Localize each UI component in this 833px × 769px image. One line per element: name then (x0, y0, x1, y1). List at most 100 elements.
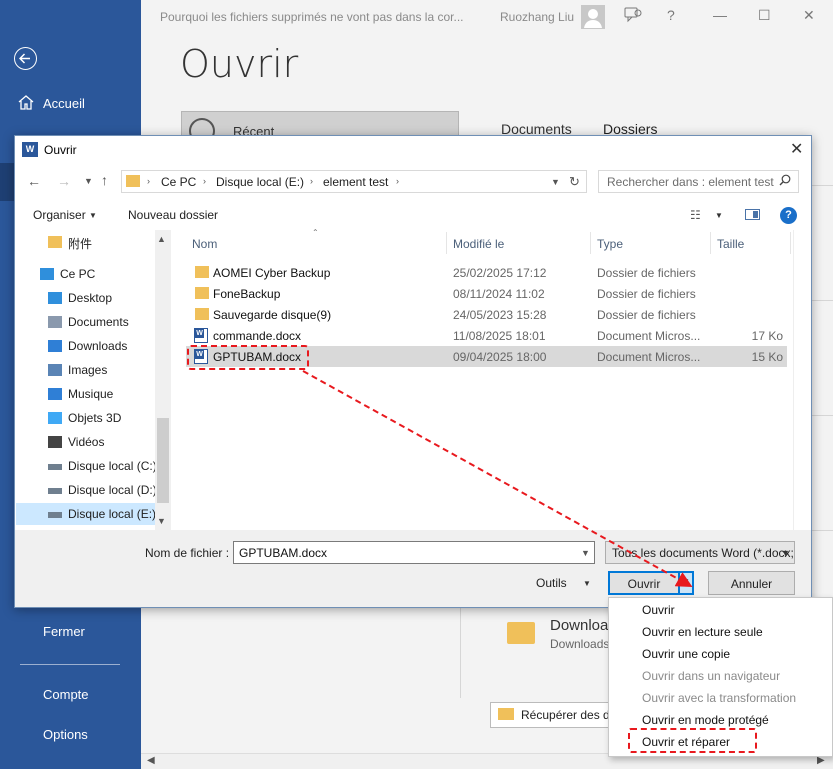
window-close-icon[interactable]: ✕ (803, 7, 815, 24)
forward-icon[interactable]: → (57, 173, 71, 189)
sidebar-item-account[interactable]: Compte (43, 687, 89, 702)
filename-field[interactable]: GPTUBAM.docx (233, 541, 595, 564)
word-document-icon (194, 328, 208, 343)
chevron-right-icon[interactable]: › (396, 176, 399, 186)
nav-item-music[interactable]: Musique (16, 383, 156, 405)
menu-item-open-protected[interactable]: Ouvrir en mode protégé (642, 713, 769, 727)
nav-item-label: Ce PC (60, 267, 96, 281)
file-list-scrollbar[interactable] (793, 230, 810, 530)
nav-item-drive-e[interactable]: Disque local (E:) (16, 503, 156, 525)
chevron-down-icon[interactable]: ▼ (84, 176, 93, 186)
chevron-up-icon[interactable]: ▲ (157, 234, 166, 244)
nav-item-desktop[interactable]: Desktop (16, 287, 156, 309)
chevron-down-icon[interactable]: ▼ (583, 579, 591, 588)
column-separator[interactable] (590, 232, 591, 254)
open-button[interactable]: Ouvrir (608, 571, 680, 595)
filetype-select[interactable]: Tous les documents Word (*.docx;*.docm;*… (605, 541, 795, 564)
column-separator[interactable] (446, 232, 447, 254)
file-modified: 24/05/2023 15:28 (453, 308, 547, 322)
breadcrumb-item[interactable]: Ce PC (161, 175, 196, 189)
column-separator[interactable] (790, 232, 791, 254)
sidebar-item-home[interactable]: Accueil (43, 96, 85, 111)
chevron-down-icon[interactable]: ▼ (715, 211, 723, 220)
minimize-icon[interactable]: — (713, 7, 727, 23)
table-row[interactable]: commande.docx 11/08/2025 18:01 Document … (186, 325, 787, 346)
avatar[interactable] (581, 5, 605, 29)
chevron-down-icon[interactable]: ▼ (781, 548, 790, 558)
scroll-left-icon[interactable]: ◀ (147, 755, 155, 766)
chevron-down-icon[interactable]: ▼ (581, 548, 590, 558)
tools-button[interactable]: Outils (536, 576, 567, 590)
nav-item-attachments[interactable]: 附件 (16, 231, 156, 253)
file-modified: 11/08/2025 18:01 (453, 329, 546, 343)
up-arrow-icon[interactable]: ↑ (101, 172, 108, 188)
nav-item-3d-objects[interactable]: Objets 3D (16, 407, 156, 429)
chevron-down-icon[interactable]: ▼ (157, 516, 166, 526)
breadcrumb-item[interactable]: element test (323, 175, 388, 189)
new-folder-button[interactable]: Nouveau dossier (128, 208, 218, 222)
page-title: Ouvrir (180, 42, 299, 86)
column-header-modified[interactable]: Modifié le (453, 237, 504, 251)
file-name: Sauvegarde disque(9) (213, 308, 332, 322)
chevron-down-icon[interactable]: ▼ (551, 177, 560, 187)
column-separator[interactable] (710, 232, 711, 254)
nav-item-images[interactable]: Images (16, 359, 156, 381)
file-modified: 25/02/2025 17:12 (453, 266, 547, 280)
back-arrow-icon[interactable] (14, 47, 37, 70)
view-options-icon[interactable]: ☷ (690, 208, 701, 222)
sort-ascending-icon: ⌃ (312, 228, 319, 237)
chevron-right-icon[interactable]: › (203, 176, 206, 186)
sidebar-active-indicator (0, 163, 14, 201)
column-header-name[interactable]: Nom (192, 237, 217, 251)
maximize-icon[interactable]: ☐ (758, 7, 771, 24)
search-icon[interactable] (779, 174, 791, 189)
nav-item-videos[interactable]: Vidéos (16, 431, 156, 453)
cancel-button[interactable]: Annuler (708, 571, 795, 595)
navigation-pane: 附件 Ce PC Desktop Documents Downloads Ima… (16, 230, 171, 530)
nav-item-label: Documents (68, 315, 129, 329)
column-header-size[interactable]: Taille (717, 237, 744, 251)
sidebar-item-options[interactable]: Options (43, 727, 88, 742)
folder-icon (195, 287, 209, 299)
file-type: Dossier de fichiers (597, 266, 696, 280)
nav-scrollbar-thumb[interactable] (157, 418, 169, 503)
breadcrumb-item[interactable]: Disque local (E:) (216, 175, 304, 189)
column-header-type[interactable]: Type (597, 237, 623, 251)
table-row[interactable]: Sauvegarde disque(9) 24/05/2023 15:28 Do… (186, 304, 787, 325)
help-icon[interactable]: ? (780, 207, 797, 224)
videos-icon (48, 436, 62, 448)
nav-item-this-pc[interactable]: Ce PC (16, 263, 156, 285)
file-type: Dossier de fichiers (597, 308, 696, 322)
file-type: Document Micros... (597, 329, 701, 343)
close-icon[interactable]: ✕ (790, 139, 803, 159)
nav-item-drive-d[interactable]: Disque local (D:) (16, 479, 157, 501)
search-placeholder[interactable]: Rechercher dans : element test (607, 175, 774, 189)
nav-item-documents[interactable]: Documents (16, 311, 156, 333)
folder-title[interactable]: Download (550, 617, 617, 634)
menu-item-open-copy[interactable]: Ouvrir une copie (642, 647, 730, 661)
user-name[interactable]: Ruozhang Liu (500, 10, 574, 24)
table-row[interactable]: AOMEI Cyber Backup 25/02/2025 17:12 Doss… (186, 262, 787, 283)
back-icon[interactable]: ← (27, 173, 41, 189)
menu-item-open-read-only[interactable]: Ouvrir en lecture seule (642, 625, 763, 639)
help-icon[interactable]: ? (667, 7, 675, 23)
menu-item-open[interactable]: Ouvrir (642, 603, 675, 617)
documents-icon (48, 316, 62, 328)
chevron-right-icon[interactable]: › (147, 176, 150, 186)
folder-path: Downloads (550, 637, 610, 651)
organize-button[interactable]: Organiser (33, 208, 86, 222)
folder-open-icon (498, 708, 514, 720)
feedback-icon[interactable] (624, 7, 642, 26)
list-divider (810, 300, 833, 301)
nav-item-drive-c[interactable]: Disque local (C:) (16, 455, 157, 477)
chevron-down-icon[interactable]: ▼ (89, 211, 97, 220)
chevron-down-icon[interactable]: ▼ (682, 577, 690, 586)
refresh-icon[interactable]: ↻ (569, 174, 580, 190)
recent-tile[interactable] (181, 111, 459, 137)
nav-item-label: Objets 3D (68, 411, 122, 425)
table-row[interactable]: FoneBackup 08/11/2024 11:02 Dossier de f… (186, 283, 787, 304)
sidebar-item-close[interactable]: Fermer (43, 624, 85, 639)
nav-item-downloads[interactable]: Downloads (16, 335, 156, 357)
chevron-right-icon[interactable]: › (310, 176, 313, 186)
preview-pane-icon[interactable] (745, 209, 760, 220)
